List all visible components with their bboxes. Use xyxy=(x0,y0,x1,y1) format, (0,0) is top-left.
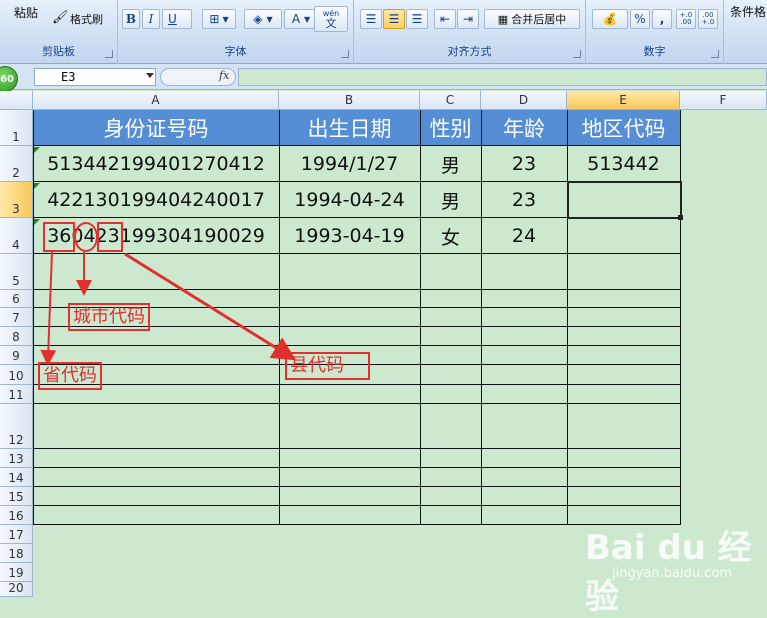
county-code-label: 县代码 xyxy=(285,352,370,380)
province-arrow xyxy=(40,251,57,366)
watermark-url: jingyan.baidu.com xyxy=(612,566,732,581)
city-code-label: 城市代码 xyxy=(68,303,150,331)
annotation-arrows xyxy=(40,251,297,366)
province-code-label: 省代码 xyxy=(38,362,102,390)
